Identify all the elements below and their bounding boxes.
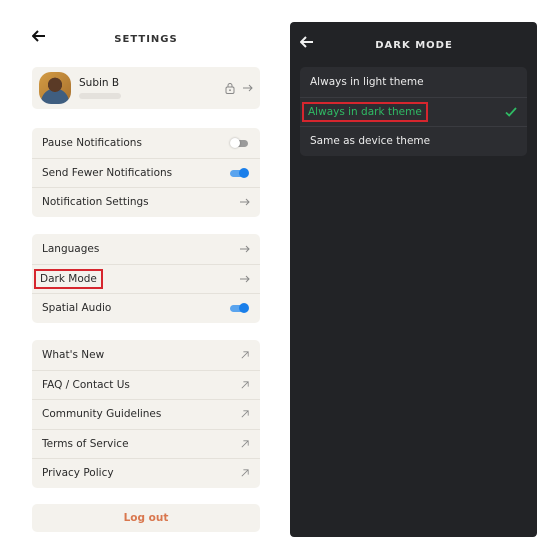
info-links-group: What's New FAQ / Contact Us Community Gu… xyxy=(32,340,260,488)
row-label: Send Fewer Notifications xyxy=(42,166,173,179)
dark-mode-screen: DARK MODE Always in light theme Always i… xyxy=(290,22,537,537)
preferences-group: Languages Dark Mode Spatial Audio xyxy=(32,234,260,323)
external-link-icon xyxy=(241,381,249,389)
page-title: SETTINGS xyxy=(114,34,178,45)
spatial-audio-row[interactable]: Spatial Audio xyxy=(32,293,260,323)
notification-settings-row[interactable]: Notification Settings xyxy=(32,187,260,217)
checkmark-icon xyxy=(505,107,517,117)
pause-notifications-toggle[interactable] xyxy=(230,137,250,148)
terms-of-service-link[interactable]: Terms of Service xyxy=(32,428,260,459)
page-title: DARK MODE xyxy=(375,40,453,51)
dark-mode-label-highlighted: Dark Mode xyxy=(34,268,103,289)
settings-screen: SETTINGS Subin B Pause Notifications Sen… xyxy=(32,26,260,532)
dark-mode-header: DARK MODE xyxy=(300,32,528,60)
logout-button[interactable]: Log out xyxy=(32,504,260,532)
profile-subtitle-blurred xyxy=(79,93,121,99)
settings-header: SETTINGS xyxy=(32,26,260,54)
faq-contact-link[interactable]: FAQ / Contact Us xyxy=(32,369,260,400)
theme-options: Always in light theme Always in dark the… xyxy=(300,67,527,156)
theme-option-device[interactable]: Same as device theme xyxy=(300,126,527,156)
row-label: Notification Settings xyxy=(42,196,149,209)
arrow-right-icon xyxy=(240,275,250,283)
whats-new-link[interactable]: What's New xyxy=(32,340,260,370)
external-link-icon xyxy=(241,469,249,477)
arrow-right-icon xyxy=(240,245,250,253)
external-link-icon xyxy=(241,440,249,448)
privacy-policy-link[interactable]: Privacy Policy xyxy=(32,458,260,488)
community-guidelines-link[interactable]: Community Guidelines xyxy=(32,399,260,429)
arrow-right-icon xyxy=(240,198,250,206)
external-link-icon xyxy=(241,351,249,359)
option-label: Always in light theme xyxy=(310,75,424,88)
pause-notifications-row[interactable]: Pause Notifications xyxy=(32,128,260,158)
dark-mode-row[interactable]: Dark Mode xyxy=(32,263,260,294)
send-fewer-notifications-toggle[interactable] xyxy=(230,167,250,178)
send-fewer-notifications-row[interactable]: Send Fewer Notifications xyxy=(32,157,260,188)
notification-group: Pause Notifications Send Fewer Notificat… xyxy=(32,128,260,217)
row-label: FAQ / Contact Us xyxy=(42,378,130,391)
spatial-audio-toggle[interactable] xyxy=(230,303,250,314)
external-link-icon xyxy=(241,410,249,418)
lock-icon xyxy=(225,83,235,94)
row-label: Community Guidelines xyxy=(42,408,162,421)
row-label: Pause Notifications xyxy=(42,136,142,149)
row-label: What's New xyxy=(42,348,105,361)
row-label: Privacy Policy xyxy=(42,467,114,480)
theme-option-light[interactable]: Always in light theme xyxy=(300,67,527,97)
option-label: Same as device theme xyxy=(310,135,431,148)
row-label: Languages xyxy=(42,242,100,255)
dark-theme-label-highlighted: Always in dark theme xyxy=(302,101,428,122)
arrow-right-icon xyxy=(243,84,253,92)
profile-card[interactable]: Subin B xyxy=(32,67,260,109)
languages-row[interactable]: Languages xyxy=(32,234,260,264)
row-label: Spatial Audio xyxy=(42,302,112,315)
row-label: Terms of Service xyxy=(42,437,129,450)
profile-name: Subin B xyxy=(79,77,120,89)
avatar xyxy=(39,72,71,104)
theme-option-dark[interactable]: Always in dark theme xyxy=(300,96,527,127)
